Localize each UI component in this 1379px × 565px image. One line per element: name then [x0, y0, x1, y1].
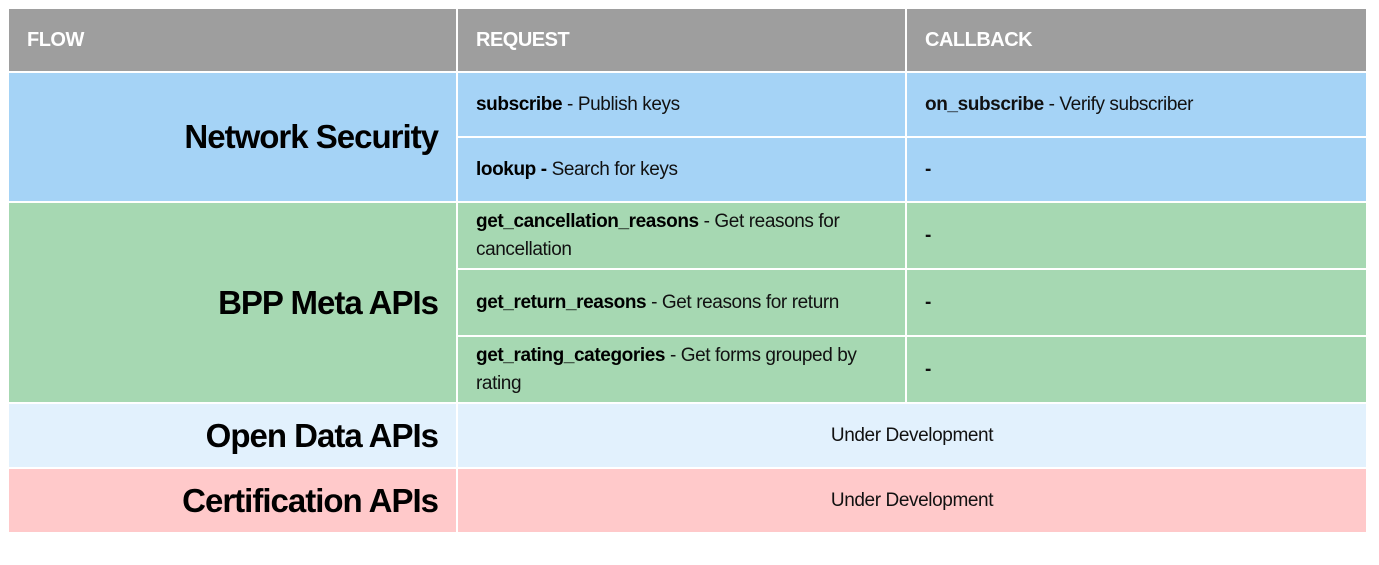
request-name: get_return_reasons: [476, 291, 647, 313]
header-flow: FLOW: [7, 7, 458, 73]
flow-bpp-meta-apis: BPP Meta APIs: [7, 201, 458, 404]
request-name: subscribe: [476, 93, 563, 115]
table-row: Open Data APIs Under Development: [7, 402, 1368, 469]
request-cell: get_return_reasons - Get reasons for ret…: [456, 268, 907, 337]
table-row: Certification APIs Under Development: [7, 467, 1368, 534]
status-under-development: Under Development: [456, 467, 1368, 534]
callback-cell: -: [905, 268, 1368, 337]
callback-cell: -: [905, 136, 1368, 203]
header-row: FLOW REQUEST CALLBACK: [7, 7, 1368, 73]
status-under-development: Under Development: [456, 402, 1368, 469]
callback-desc: - Verify subscriber: [1043, 93, 1194, 115]
table-row: BPP Meta APIs get_cancellation_reasons -…: [7, 201, 1368, 404]
request-name: lookup -: [476, 158, 547, 180]
request-cell: lookup - Search for keys: [456, 136, 907, 203]
request-desc: Search for keys: [546, 158, 678, 180]
header-request: REQUEST: [456, 7, 907, 73]
request-cell: get_rating_categories - Get forms groupe…: [456, 335, 907, 404]
flow-network-security: Network Security: [7, 71, 458, 203]
table-row: Network Security subscribe - Publish key…: [7, 71, 1368, 203]
request-cell: subscribe - Publish keys: [456, 71, 907, 138]
callback-name: on_subscribe: [925, 93, 1044, 115]
callback-cell: -: [905, 201, 1368, 270]
callback-cell: -: [905, 335, 1368, 404]
request-desc: - Get reasons for return: [646, 291, 839, 313]
callback-cell: on_subscribe - Verify subscriber: [905, 71, 1368, 138]
request-name: get_rating_categories: [476, 344, 666, 366]
flow-open-data-apis: Open Data APIs: [7, 402, 458, 469]
request-name: get_cancellation_reasons: [476, 210, 699, 232]
header-callback: CALLBACK: [905, 7, 1368, 73]
request-cell: get_cancellation_reasons - Get reasons f…: [456, 201, 907, 270]
api-flow-table: FLOW REQUEST CALLBACK Network Security s…: [7, 7, 1368, 534]
flow-certification-apis: Certification APIs: [7, 467, 458, 534]
request-desc: - Publish keys: [562, 93, 680, 115]
